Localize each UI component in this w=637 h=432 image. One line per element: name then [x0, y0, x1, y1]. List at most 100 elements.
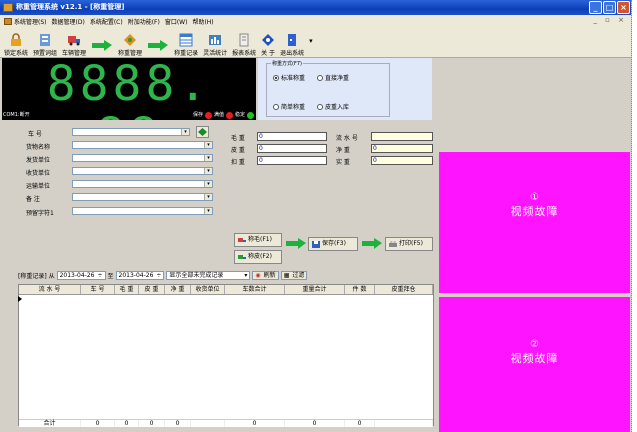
indicator-save-label: 保存 [192, 112, 203, 118]
records-grid[interactable]: 流 水 号 车 号 毛 重 皮 重 净 重 收货单位 车数合计 重量合计 件 数… [18, 284, 434, 427]
grid-header: 流 水 号 车 号 毛 重 皮 重 净 重 收货单位 车数合计 重量合计 件 数… [19, 285, 433, 295]
col-net[interactable]: 净 重 [165, 285, 191, 294]
chevron-down-icon[interactable]: ▾ [244, 272, 247, 280]
indicator-full-led [225, 111, 233, 119]
chevron-down-icon[interactable]: ▾ [204, 181, 212, 187]
menu-help[interactable]: 帮助(H) [192, 17, 213, 26]
carrier-select[interactable]: ▾ [72, 180, 213, 188]
serial-field[interactable] [371, 132, 433, 141]
gross-field[interactable]: 0 [257, 132, 327, 141]
menu-window[interactable]: 窗口(W) [165, 17, 188, 26]
exit-icon [288, 34, 297, 46]
chevron-down-icon[interactable]: ▾ [204, 168, 212, 174]
remark-select[interactable]: ▾ [72, 193, 213, 201]
col-car-total[interactable]: 车数合计 [225, 285, 285, 294]
scope-select[interactable]: 显示全部未完成记录 ▾ [166, 271, 251, 280]
chevron-down-icon[interactable]: ▾ [204, 208, 212, 214]
chevron-down-icon[interactable]: ▾ [181, 129, 189, 135]
close-button[interactable]: × [617, 1, 630, 14]
flow-arrow-2 [362, 238, 382, 249]
spinner-icon[interactable]: ÷ [156, 272, 161, 280]
toolbar-phrase-button[interactable]: 预置词组 [31, 33, 59, 57]
footer-cell: 0 [139, 420, 165, 427]
video-panel-2: ② 视频故障 [439, 297, 630, 432]
indicator-full-label: 满值 [213, 112, 224, 118]
mdi-controls[interactable]: _ ▫ × [593, 16, 627, 24]
minimize-button[interactable]: _ [589, 1, 602, 14]
toolbar-record-button[interactable]: 称重记录 [172, 33, 200, 57]
spinner-icon[interactable]: ÷ [97, 272, 102, 280]
date-to-picker[interactable]: 2013-04-26 ÷ [115, 271, 165, 280]
save-button[interactable]: 保存(F3) [308, 237, 358, 251]
col-gross[interactable]: 毛 重 [115, 285, 139, 294]
maximize-button[interactable]: □ [603, 1, 616, 14]
entry-form: 车 号 ▾ 货物名称 ▾ 发货单位 ▾ 收货单位 ▾ 运输单位 ▾ 备 注 ▾ … [2, 120, 434, 268]
filter-button[interactable]: ▦ 过滤 [280, 271, 308, 280]
toolbar-arrow [89, 33, 115, 57]
field-label-plate: 车 号 [28, 131, 42, 138]
chevron-down-icon[interactable]: ▾ [204, 155, 212, 161]
app-icon [3, 3, 13, 12]
arrow-right-icon [148, 40, 169, 51]
video-status: 视频故障 [510, 352, 559, 365]
refresh-icon: ◉ [255, 271, 261, 279]
footer-cell: 0 [285, 420, 345, 427]
menu-data[interactable]: 数据管理(D) [52, 17, 85, 26]
toolbar-truck-button[interactable]: 车辆管理 [60, 33, 88, 57]
toolbar-stats-button[interactable]: 灵活统计 [201, 33, 229, 57]
toolbar-about-button[interactable]: 关 于 [259, 33, 277, 57]
col-serial[interactable]: 流 水 号 [19, 285, 81, 294]
col-pieces[interactable]: 件 数 [345, 285, 375, 294]
main-window: 称重管理系统 v12.1 - [称重管理] _ □ × 系统管理(S) 数据管理… [0, 0, 632, 432]
date-from-picker[interactable]: 2013-04-26 ÷ [56, 271, 106, 280]
serial-label: 流 水 号 [336, 135, 358, 142]
toolbar-scale-button[interactable]: 称重管理 [116, 33, 144, 57]
scale-icon [124, 34, 137, 46]
mode-tare-store-radio[interactable]: 皮重入库 [317, 102, 349, 111]
tare-field[interactable]: 0 [257, 144, 327, 153]
col-weight-total[interactable]: 重量合计 [285, 285, 345, 294]
toolbar-lock-button[interactable]: 锁定系统 [2, 33, 30, 57]
plate-lookup-button[interactable] [196, 126, 209, 138]
col-tare[interactable]: 皮 重 [139, 285, 165, 294]
gross-weigh-button[interactable]: 称毛(F1) [234, 233, 282, 247]
net-label: 净 重 [336, 147, 350, 154]
field-label-remark: 备 注 [26, 196, 40, 203]
menu-config[interactable]: 系统配置(C) [90, 17, 123, 26]
mode-direct-net-radio[interactable]: 直接净重 [317, 73, 349, 82]
truck-icon [238, 237, 246, 242]
reserved-select[interactable]: ▾ [72, 207, 213, 215]
tare-weigh-button[interactable]: 称皮(F2) [234, 250, 282, 264]
mode-simple-radio[interactable]: 简单称重 [273, 102, 305, 111]
col-receiver[interactable]: 收货单位 [191, 285, 225, 294]
chevron-down-icon[interactable]: ▾ [204, 142, 212, 148]
refresh-button[interactable]: ◉ 刷新 [252, 271, 279, 280]
video-index: ② [530, 339, 539, 350]
mode-standard-radio[interactable]: 标准称重 [273, 73, 305, 82]
toolbar-arrow-2 [145, 33, 171, 57]
print-button[interactable]: 打印(F5) [385, 237, 433, 251]
menu-extra[interactable]: 附加功能(F) [128, 17, 160, 26]
deduct-field[interactable]: 0 [257, 156, 327, 165]
sender-select[interactable]: ▾ [72, 154, 213, 162]
arrow-right-icon [92, 40, 113, 51]
col-tare-bin[interactable]: 皮重拜仓 [375, 285, 433, 294]
chevron-down-icon[interactable]: ▾ [204, 194, 212, 200]
weigh-mode-group: 称重方式(F7) 标准称重 直接净重 简单称重 皮重入库 [266, 60, 390, 117]
toolbar-exit-button[interactable]: 退出系统 [278, 33, 306, 57]
toolbar-report-button[interactable]: 报表系统 [230, 33, 258, 57]
grid-footer: 合计 0 0 0 0 0 0 0 [19, 419, 433, 427]
menu-icon [4, 18, 12, 25]
col-plate[interactable]: 车 号 [81, 285, 115, 294]
plate-input[interactable]: ▾ [72, 128, 190, 136]
toolbar-overflow[interactable]: ▾ [307, 37, 315, 57]
receiver-select[interactable]: ▾ [72, 167, 213, 175]
goods-select[interactable]: ▾ [72, 141, 213, 149]
footer-cell [375, 420, 433, 427]
com-status: COM1:断开 [3, 112, 30, 118]
menu-system[interactable]: 系统管理(S) [4, 17, 47, 26]
net-field[interactable]: 0 [371, 144, 433, 153]
actual-field[interactable]: 0 [371, 156, 433, 165]
weight-display: 8888. 88 COM1:断开 保存 满值 稳定 [2, 58, 256, 162]
truck-icon [68, 36, 81, 46]
